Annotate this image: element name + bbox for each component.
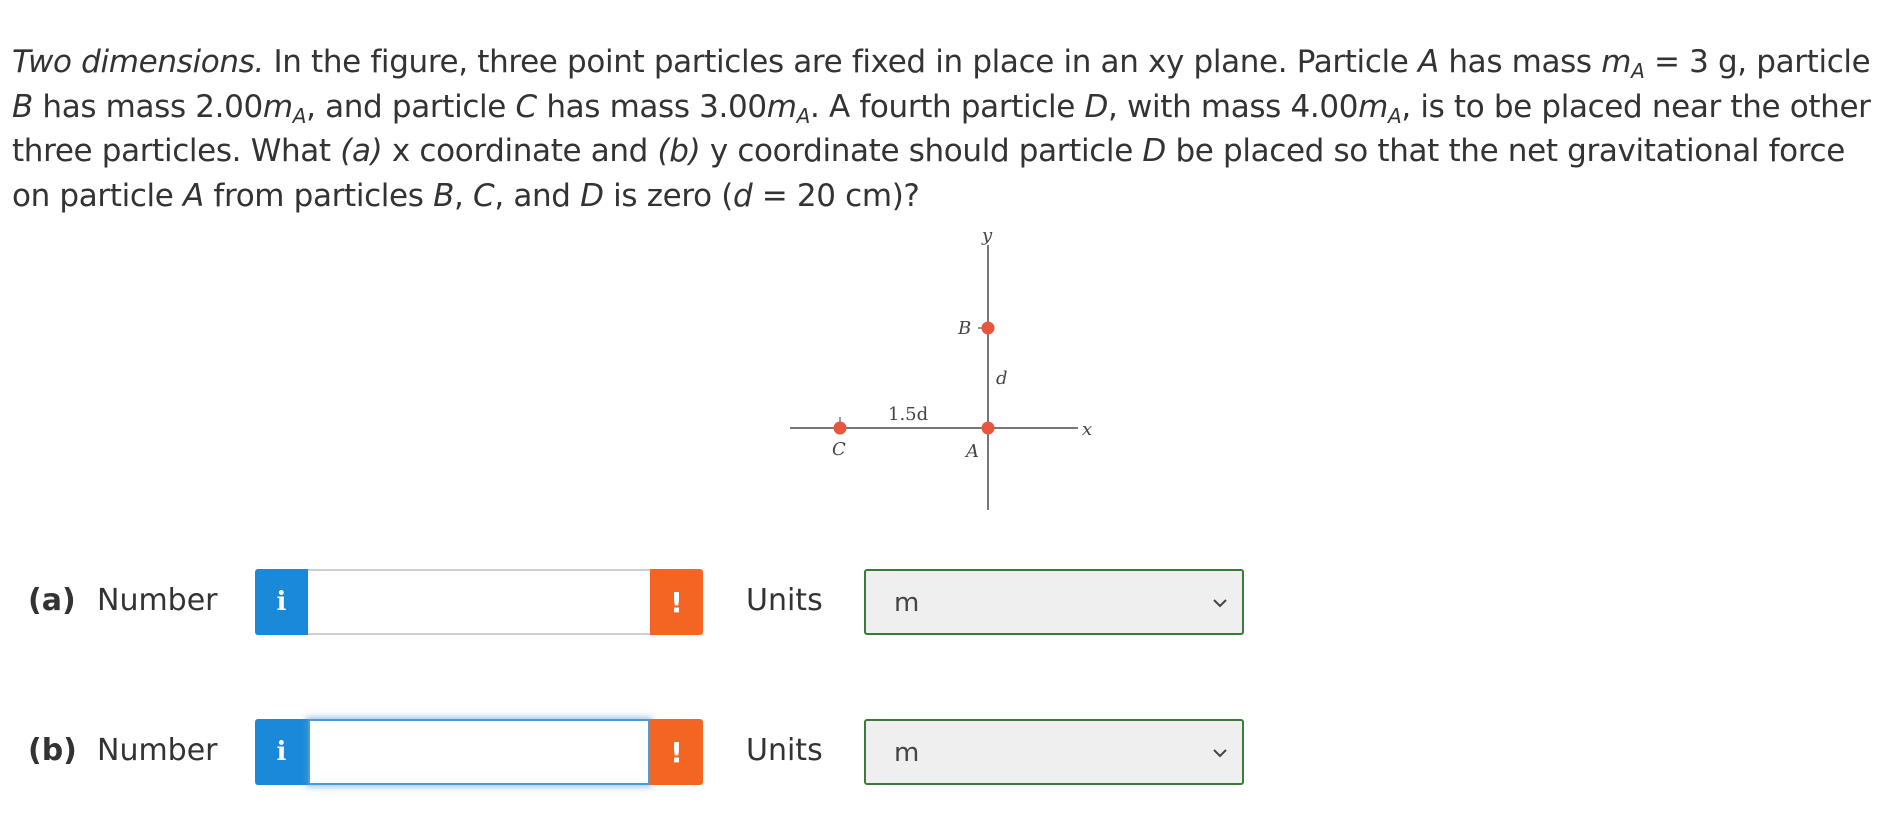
part-label-b: (b) xyxy=(28,733,77,768)
units-select-b[interactable]: m xyxy=(864,719,1244,785)
particle-b xyxy=(981,321,995,335)
label-c: C xyxy=(832,439,846,460)
units-label-b: Units xyxy=(746,733,823,768)
label-a: A xyxy=(964,441,979,462)
units-value-a: m xyxy=(894,588,920,618)
alert-icon[interactable]: ! xyxy=(650,719,703,785)
part-label-a: (a) xyxy=(28,583,76,618)
problem-title: Two dimensions. xyxy=(12,44,264,80)
alert-icon[interactable]: ! xyxy=(650,569,703,635)
chevron-down-icon xyxy=(1213,599,1227,608)
number-label-a: Number xyxy=(97,583,218,618)
chevron-down-icon xyxy=(1213,749,1227,758)
label-b: B xyxy=(957,318,971,339)
particle-diagram: y x B d 1.5d C A xyxy=(790,225,1092,510)
number-input-a[interactable] xyxy=(308,569,650,635)
particle-c xyxy=(833,421,847,435)
particle-a xyxy=(981,421,995,435)
label-d: d xyxy=(996,368,1008,389)
units-label-a: Units xyxy=(746,583,823,618)
units-select-a[interactable]: m xyxy=(864,569,1244,635)
problem-statement: Two dimensions. In the figure, three poi… xyxy=(12,44,1871,214)
y-axis-label: y xyxy=(981,225,993,246)
number-input-b[interactable] xyxy=(308,719,650,785)
particle-figure: y x B d 1.5d C A xyxy=(770,225,1110,525)
answer-row-a: (a) Number i ! Units m xyxy=(0,569,1890,635)
number-label-b: Number xyxy=(97,733,218,768)
units-value-b: m xyxy=(894,738,920,768)
label-1-5d: 1.5d xyxy=(888,404,928,425)
answer-row-b: (b) Number i ! Units m xyxy=(0,719,1890,785)
x-axis-label: x xyxy=(1082,419,1092,440)
info-icon[interactable]: i xyxy=(255,719,308,785)
info-icon[interactable]: i xyxy=(255,569,308,635)
